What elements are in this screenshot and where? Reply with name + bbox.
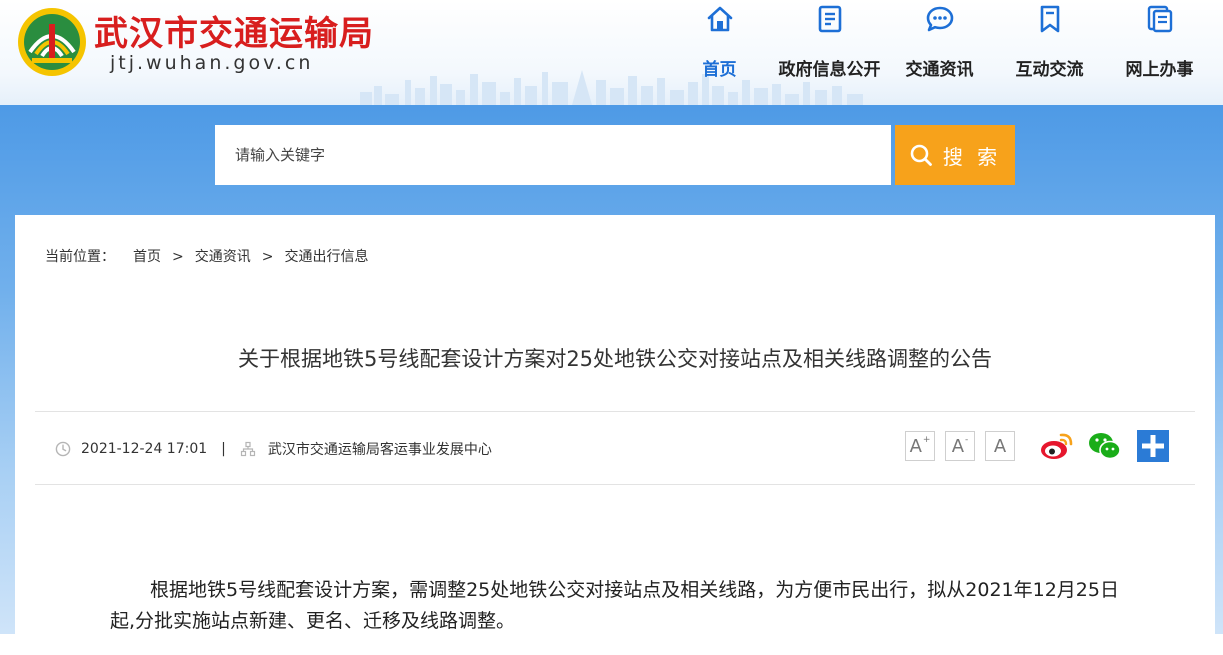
bookmark-icon xyxy=(1040,5,1059,33)
breadcrumb-link-traffic-news[interactable]: 交通资讯 xyxy=(195,246,251,266)
breadcrumb: 当前位置： 首页 > 交通资讯 > 交通出行信息 xyxy=(45,246,368,266)
nav-label: 网上办事 xyxy=(1125,60,1194,80)
site-domain: jtj.wuhan.gov.cn xyxy=(110,52,314,74)
site-header: 武汉市交通运输局 jtj.wuhan.gov.cn 首页 政府信息公开 交通资讯 xyxy=(0,0,1223,105)
font-size-label: A xyxy=(909,435,922,457)
nav-label: 交通资讯 xyxy=(905,60,974,80)
nav-label: 政府信息公开 xyxy=(778,60,881,80)
breadcrumb-link-home[interactable]: 首页 xyxy=(133,246,161,266)
nav-item-online-services[interactable]: 网上办事 xyxy=(1102,0,1217,90)
weibo-icon[interactable] xyxy=(1039,430,1075,462)
font-size-reset-button[interactable]: A xyxy=(985,431,1015,461)
article-meta: 2021-12-24 17:01 | 武汉市交通运输局客运事业发展中心 xyxy=(55,439,492,459)
article-body-paragraph: 根据地铁5号线配套设计方案，需调整25处地铁公交对接站点及相关线路，为方便市民出… xyxy=(110,579,1119,632)
clock-icon xyxy=(55,441,71,457)
breadcrumb-separator: > xyxy=(172,249,184,265)
search-input[interactable] xyxy=(215,125,891,185)
chat-bubble-icon xyxy=(926,6,953,32)
files-icon xyxy=(1147,5,1172,33)
home-icon xyxy=(707,6,732,32)
site-title: 武汉市交通运输局 xyxy=(94,14,374,54)
article-source: 武汉市交通运输局客运事业发展中心 xyxy=(267,442,492,458)
breadcrumb-separator: > xyxy=(261,249,274,265)
article-panel: 当前位置： 首页 > 交通资讯 > 交通出行信息 关于根据地铁5号线配套设计方案对25处地… xyxy=(15,215,1215,655)
city-emblem-logo xyxy=(18,8,86,76)
search-icon xyxy=(909,143,933,167)
nav-item-home[interactable]: 首页 xyxy=(662,0,777,90)
nav-item-interaction[interactable]: 互动交流 xyxy=(992,0,1107,90)
nav-item-traffic-news[interactable]: 交通资讯 xyxy=(882,0,997,90)
more-share-icon[interactable] xyxy=(1137,430,1169,462)
publish-date: 2021-12-24 17:01 xyxy=(81,441,208,457)
divider xyxy=(35,484,1195,485)
breadcrumb-link-travel-info[interactable]: 交通出行信息 xyxy=(284,246,368,266)
nav-label: 首页 xyxy=(702,60,737,80)
wechat-icon[interactable] xyxy=(1087,430,1123,462)
nav-label: 互动交流 xyxy=(1015,60,1084,80)
font-size-decrease-button[interactable]: A- xyxy=(945,431,975,461)
font-size-label: A xyxy=(951,435,965,457)
font-size-suffix: - xyxy=(965,435,969,445)
font-size-suffix: + xyxy=(922,435,931,445)
organization-icon xyxy=(240,441,256,457)
font-size-increase-button[interactable]: A + xyxy=(905,431,935,461)
document-icon xyxy=(818,5,841,33)
search-button[interactable]: 搜 索 xyxy=(895,125,1015,185)
font-size-label: A xyxy=(993,435,1007,457)
article-title: 关于根据地铁5号线配套设计方案对25处地铁公交对接站点及相关线路调整的公告 xyxy=(237,347,993,371)
search-button-label: 搜 索 xyxy=(942,144,1002,169)
meta-separator: | xyxy=(221,441,226,457)
divider xyxy=(35,411,1195,412)
breadcrumb-prefix: 当前位置： xyxy=(45,249,115,265)
nav-item-gov-info[interactable]: 政府信息公开 xyxy=(772,0,887,90)
